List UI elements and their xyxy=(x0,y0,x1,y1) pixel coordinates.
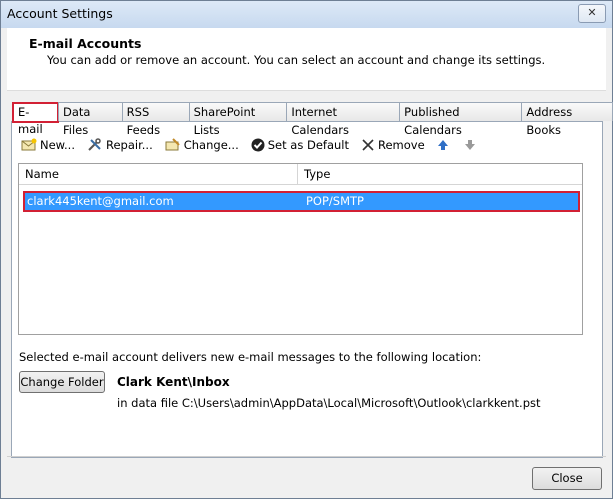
delivery-data-file: in data file C:\Users\admin\AppData\Loca… xyxy=(117,396,541,410)
checkmark-circle-icon xyxy=(251,138,265,152)
delivery-info: Selected e-mail account delivers new e-m… xyxy=(19,350,482,364)
repair-tools-icon xyxy=(88,138,101,151)
column-divider[interactable] xyxy=(297,164,298,184)
delivery-location: Clark Kent\Inbox xyxy=(117,375,230,389)
tab-data-files[interactable]: Data Files xyxy=(57,102,123,137)
change-label: Change... xyxy=(183,138,239,152)
tab-rss-feeds[interactable]: RSS Feeds xyxy=(121,102,190,137)
set-default-button[interactable]: Set as Default xyxy=(251,138,349,152)
change-account-icon xyxy=(165,138,180,151)
move-up-button[interactable] xyxy=(437,139,452,151)
account-settings-window: Account Settings ✕ E-mail Accounts You c… xyxy=(0,0,613,499)
account-type: POP/SMTP xyxy=(306,194,364,208)
new-mail-icon xyxy=(21,138,37,151)
section-subtitle: You can add or remove an account. You ca… xyxy=(47,53,546,67)
tab-internet-calendars[interactable]: Internet Calendars xyxy=(286,102,401,137)
tab-sharepoint-lists[interactable]: SharePoint Lists xyxy=(188,102,288,137)
column-name[interactable]: Name xyxy=(25,167,59,181)
tab-strip: E-mail Data Files RSS Feeds SharePoint L… xyxy=(12,102,613,137)
new-button[interactable]: New... xyxy=(21,138,75,152)
remove-label: Remove xyxy=(378,138,425,152)
new-label: New... xyxy=(40,138,75,152)
account-row[interactable]: clark445kent@gmail.com POP/SMTP xyxy=(23,191,580,212)
header-panel: E-mail Accounts You can add or remove an… xyxy=(7,28,606,91)
tab-published-calendars[interactable]: Published Calendars xyxy=(399,102,523,137)
column-type[interactable]: Type xyxy=(304,167,330,181)
repair-button[interactable]: Repair... xyxy=(87,138,153,152)
repair-label: Repair... xyxy=(106,138,153,152)
window-title: Account Settings xyxy=(7,6,113,21)
remove-button[interactable]: Remove xyxy=(361,138,425,152)
arrow-up-icon xyxy=(437,140,448,150)
move-down-button[interactable] xyxy=(464,139,479,151)
remove-x-icon xyxy=(362,139,374,151)
set-default-label: Set as Default xyxy=(267,138,349,152)
arrow-down-icon xyxy=(464,140,475,150)
list-header: Name Type xyxy=(19,164,582,185)
change-folder-button[interactable]: Change Folder xyxy=(19,371,105,393)
change-button[interactable]: Change... xyxy=(165,138,239,152)
account-toolbar: New... Repair... Change... Set as Defaul… xyxy=(21,135,491,155)
window-close-icon[interactable]: ✕ xyxy=(578,4,606,23)
tab-address-books[interactable]: Address Books xyxy=(521,102,613,137)
account-name: clark445kent@gmail.com xyxy=(27,194,174,208)
close-button[interactable]: Close xyxy=(532,467,602,490)
tab-email[interactable]: E-mail xyxy=(12,102,59,136)
section-title: E-mail Accounts xyxy=(29,36,142,51)
accounts-list: Name Type clark445kent@gmail.com POP/SMT… xyxy=(18,163,583,335)
title-bar: Account Settings ✕ xyxy=(1,1,612,28)
footer-divider xyxy=(7,456,606,457)
